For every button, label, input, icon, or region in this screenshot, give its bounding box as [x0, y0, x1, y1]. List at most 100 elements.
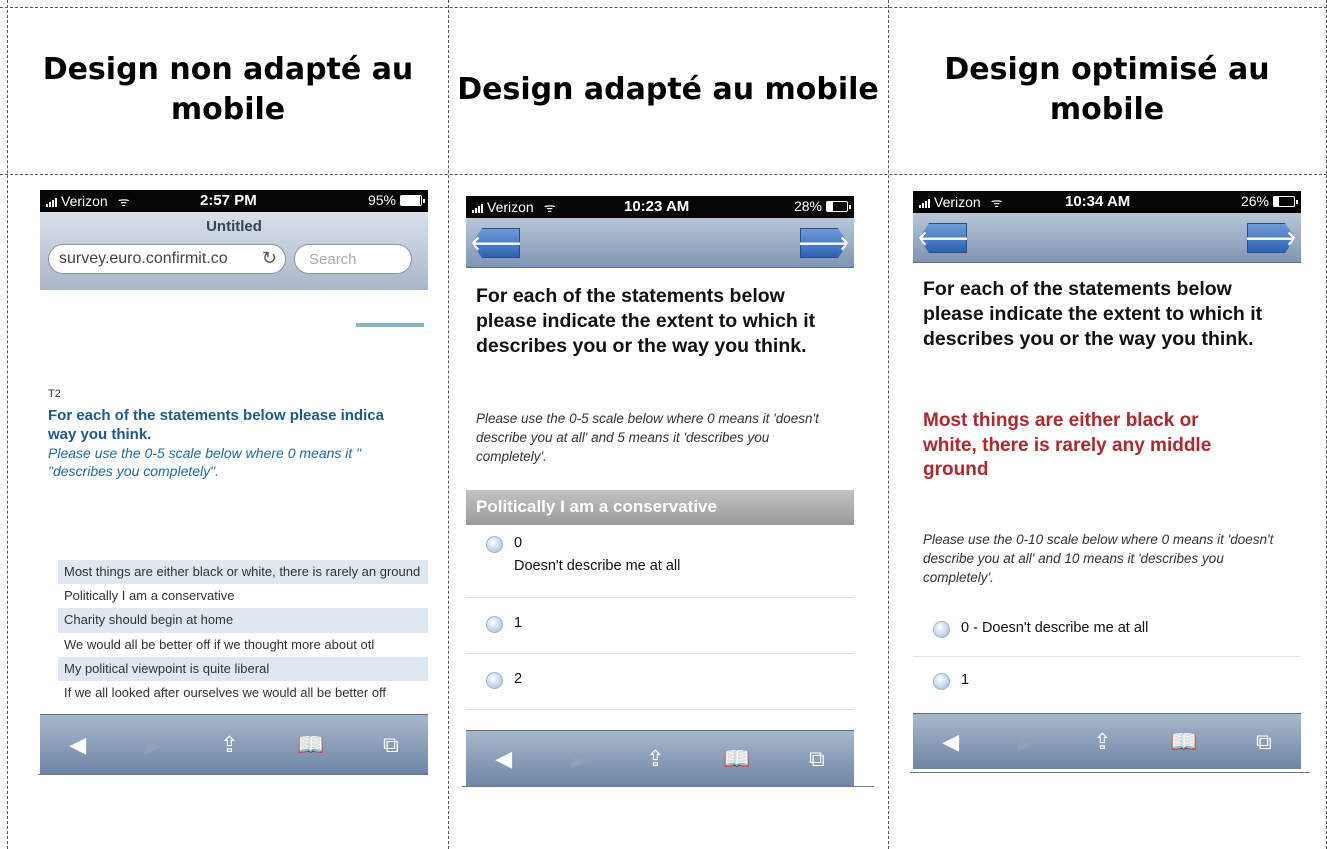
arrow-left-icon: 🡐: [916, 227, 970, 250]
arrow-right-icon: 🡒: [797, 232, 851, 255]
status-bar: Verizon ᯤ 2:57 PM 95%: [40, 190, 428, 212]
tabs-icon[interactable]: ⧉: [809, 746, 825, 772]
statement-list: Most things are either black or white, t…: [58, 560, 428, 705]
battery-icon: [826, 200, 851, 212]
radio-button[interactable]: [933, 621, 950, 638]
tabs-icon[interactable]: ⧉: [1256, 729, 1272, 755]
phone-screenshot-optimized: Verizon ᯤ 10:34 AM 26% 🡐 🡒 For each of t…: [913, 191, 1301, 769]
wifi-icon: ᯤ: [990, 195, 1003, 210]
search-input[interactable]: Search: [294, 244, 412, 274]
table-border-top: [0, 7, 1327, 8]
option-value: 1: [514, 615, 523, 631]
phone-screenshot-adapted: Verizon ᯤ 10:23 AM 28% 🡐 🡒 For each of t…: [466, 196, 854, 786]
radio-button[interactable]: [486, 616, 503, 633]
instruction-text: Please use the 0-5 scale below where 0 m…: [476, 411, 819, 464]
back-icon[interactable]: ◀: [942, 729, 959, 755]
question-text: For each of the statements below please …: [48, 407, 428, 445]
statement-row[interactable]: Charity should begin at home: [58, 608, 428, 633]
wifi-icon: ᯤ: [543, 200, 556, 215]
carrier-name: Verizon: [61, 193, 108, 209]
arrow-right-icon: 🡒: [1244, 227, 1298, 250]
statement-row[interactable]: Politically I am a conservative: [58, 584, 428, 608]
instruction-line: Please use the 0-5 scale below where 0 m…: [48, 445, 362, 461]
share-icon[interactable]: ⇪: [220, 732, 238, 758]
question-line: way you think.: [48, 425, 152, 443]
statement-row[interactable]: If we all looked after ourselves we woul…: [58, 681, 428, 705]
bookmarks-icon[interactable]: 📖: [1170, 729, 1197, 755]
question-text: For each of the statements below please …: [923, 278, 1263, 350]
browser-toolbar: ◀ ▶ ⇪ 📖 ⧉: [466, 730, 854, 786]
back-icon[interactable]: ◀: [495, 746, 512, 772]
statement-header: Politically I am a conservative: [466, 490, 854, 525]
battery: 95%: [367, 192, 425, 208]
statement-row[interactable]: Most things are either black or white, t…: [58, 560, 428, 585]
divider: [38, 774, 428, 775]
carrier-name: Verizon: [487, 199, 534, 215]
instruction-text: Please use the 0-10 scale below where 0 …: [923, 532, 1274, 585]
radio-button[interactable]: [933, 673, 950, 690]
forward-icon[interactable]: ▶: [571, 746, 588, 772]
wifi-icon: ᯤ: [117, 194, 130, 209]
page-title: Untitled: [206, 218, 262, 235]
share-icon[interactable]: ⇪: [646, 746, 664, 772]
battery-percent: 26%: [1240, 193, 1269, 209]
option-value: 0: [514, 535, 523, 551]
bookmarks-icon[interactable]: 📖: [723, 746, 750, 772]
forward-icon[interactable]: ▶: [145, 732, 162, 758]
signal-icon: [472, 201, 483, 213]
statement-text: Most things are either black or white, t…: [923, 410, 1212, 481]
option-row[interactable]: 0 Doesn't describe me at all: [466, 526, 854, 598]
back-icon[interactable]: ◀: [69, 732, 86, 758]
arrow-left-icon: 🡐: [469, 232, 523, 255]
question-line: For each of the statements below please …: [48, 407, 384, 424]
radio-button[interactable]: [486, 536, 503, 553]
previous-button[interactable]: 🡐: [472, 228, 520, 258]
tabs-icon[interactable]: ⧉: [383, 732, 399, 758]
header-text: Design adapté au mobile: [457, 72, 879, 108]
table-border-left: [7, 0, 8, 849]
clock: 10:34 AM: [1065, 193, 1131, 210]
browser-toolbar: ◀ ▶ ⇪ 📖 ⧉: [40, 714, 428, 774]
option-row[interactable]: 2: [466, 654, 854, 710]
header-text: Design non adapté au mobile: [42, 52, 414, 127]
option-label: 0 - Doesn't describe me at all: [961, 620, 1149, 636]
option-row[interactable]: 0 - Doesn't describe me at all: [913, 605, 1301, 657]
forward-icon[interactable]: ▶: [1018, 729, 1035, 755]
option-row[interactable]: 1: [913, 657, 1301, 709]
next-button[interactable]: 🡒: [800, 228, 848, 258]
question-id: T2: [48, 388, 61, 400]
divider: [462, 786, 874, 787]
statement-row[interactable]: My political viewpoint is quite liberal: [58, 656, 428, 681]
battery-percent: 28%: [793, 198, 822, 214]
battery-percent: 95%: [367, 192, 396, 208]
header-text: Design optimisé au mobile: [944, 52, 1270, 127]
battery: 26%: [1240, 193, 1298, 209]
carrier: Verizon ᯤ: [472, 198, 556, 216]
radio-button[interactable]: [486, 672, 503, 689]
bookmarks-icon[interactable]: 📖: [297, 732, 324, 758]
option-label: 1: [961, 672, 970, 688]
survey-navbar: 🡐 🡒: [466, 218, 854, 268]
status-bar: Verizon ᯤ 10:23 AM 28%: [466, 196, 854, 218]
table-divider-1: [448, 0, 449, 849]
instruction-text: Please use the 0-5 scale below where 0 m…: [48, 444, 428, 480]
statement-row[interactable]: We would all be better off if we thought…: [58, 633, 428, 657]
status-bar: Verizon ᯤ 10:34 AM 26%: [913, 191, 1301, 213]
previous-button[interactable]: 🡐: [919, 223, 967, 253]
header-optimized: Design optimisé au mobile: [890, 10, 1324, 170]
divider: [910, 772, 1310, 773]
next-button[interactable]: 🡒: [1247, 223, 1295, 253]
option-row[interactable]: 1: [466, 598, 854, 654]
header-non-adapted: Design non adapté au mobile: [10, 10, 446, 170]
browser-toolbar: ◀ ▶ ⇪ 📖 ⧉: [913, 713, 1301, 769]
url-text: survey.euro.confirmit.co: [59, 250, 228, 267]
url-field[interactable]: survey.euro.confirmit.co ↻: [48, 244, 286, 274]
reload-icon[interactable]: ↻: [257, 248, 277, 269]
table-header-divider: [0, 174, 1327, 175]
header-adapted: Design adapté au mobile: [450, 10, 886, 170]
clock: 2:57 PM: [200, 192, 257, 209]
share-icon[interactable]: ⇪: [1093, 729, 1111, 755]
clock: 10:23 AM: [624, 198, 690, 215]
progress-bar: [356, 323, 424, 327]
battery-icon: [400, 194, 425, 206]
